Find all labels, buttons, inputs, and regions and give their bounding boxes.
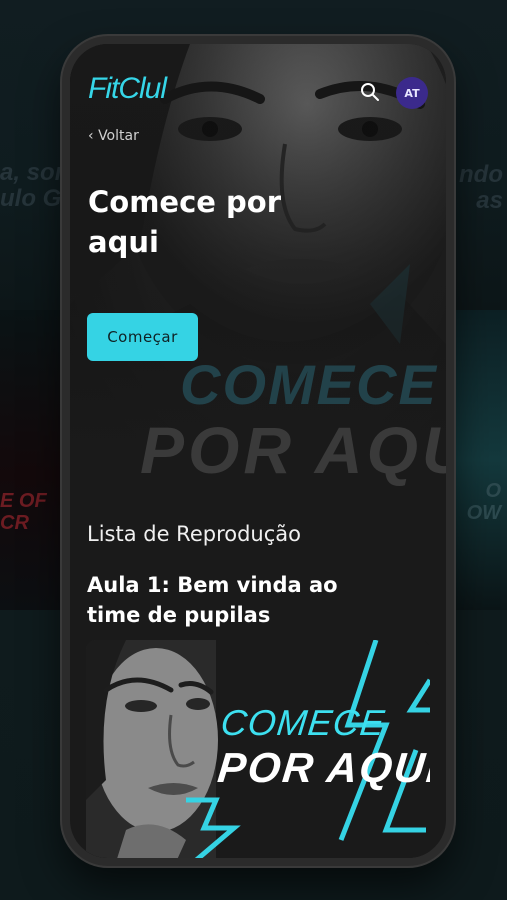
background-text-right: ndo as — [459, 161, 503, 214]
back-link[interactable]: ‹ Voltar — [88, 128, 139, 144]
background-promo-right: O OW — [466, 480, 501, 524]
background-promo-left: E OF CR — [0, 490, 47, 534]
hero-art-text-line-2: POR AQUI — [140, 413, 446, 487]
phone-frame: COMECE POR AQUI FitClul AT ‹ Voltar Come… — [62, 36, 454, 866]
playlist-heading: Lista de Reprodução — [87, 522, 301, 546]
hero-art-text-line-1: COMECE — [180, 353, 438, 416]
search-button[interactable] — [358, 80, 382, 104]
lesson-thumbnail-text-line-1: COMECE — [218, 702, 388, 743]
background-card-left — [0, 310, 70, 610]
lesson-title[interactable]: Aula 1: Bem vinda ao time de pupilas — [87, 570, 387, 630]
lesson-thumbnail-text-line-2: POR AQUI — [215, 744, 430, 791]
start-button[interactable]: Começar — [87, 313, 198, 361]
chevron-left-icon: ‹ — [88, 128, 94, 144]
search-icon — [361, 83, 379, 101]
lesson-thumbnail[interactable]: COMECE POR AQUI — [86, 640, 430, 858]
app-logo[interactable]: FitClul — [88, 72, 167, 106]
hero-banner: COMECE POR AQUI — [70, 44, 446, 514]
page-title: Comece por aqui — [88, 185, 282, 259]
phone-screen: COMECE POR AQUI FitClul AT ‹ Voltar Come… — [70, 44, 446, 858]
background-card-right — [447, 310, 507, 610]
avatar[interactable]: AT — [396, 77, 428, 109]
back-link-label: Voltar — [98, 128, 139, 144]
